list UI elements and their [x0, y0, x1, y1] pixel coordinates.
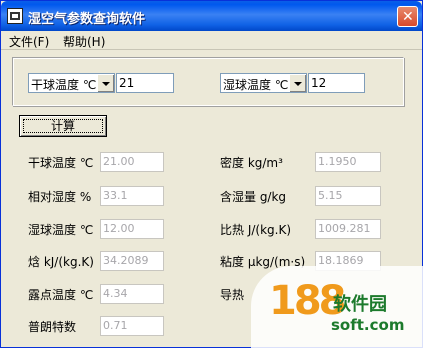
result-value-dew-point[interactable]: 4.34	[100, 284, 164, 304]
param1-select-value: 干球温度 ℃	[31, 78, 97, 92]
chevron-down-icon[interactable]	[289, 74, 306, 92]
result-label-moisture-content: 含湿量 g/kg	[220, 190, 287, 204]
close-icon: ✕	[402, 9, 414, 25]
result-label-density: 密度 kg/m³	[220, 156, 283, 170]
param2-select-value: 湿球温度 ℃	[223, 78, 289, 92]
menu-bar: 文件(F) 帮助(H)	[1, 31, 422, 50]
app-icon[interactable]	[7, 8, 23, 24]
result-value-moisture-content[interactable]: 5.15	[315, 186, 381, 206]
result-value-enthalpy[interactable]: 34.2089	[100, 251, 164, 271]
result-label-dry-bulb: 干球温度 ℃	[28, 156, 94, 170]
param1-input[interactable]: 21	[116, 73, 174, 93]
result-label-thermal-conductivity: 导热	[220, 288, 245, 302]
menu-file[interactable]: 文件(F)	[9, 33, 49, 50]
result-value-relative-humidity[interactable]: 33.1	[100, 186, 164, 206]
calculate-button[interactable]: 计算	[19, 115, 107, 137]
watermark-brand: 软件园	[333, 294, 387, 315]
window-title: 湿空气参数查询软件	[28, 12, 146, 27]
result-label-dew-point: 露点温度 ℃	[28, 288, 94, 302]
param1-select[interactable]: 干球温度 ℃	[28, 73, 115, 93]
result-label-prandtl: 普朗特数	[28, 320, 77, 334]
result-value-dry-bulb[interactable]: 21.00	[100, 152, 164, 172]
app-window: 湿空气参数查询软件 ✕ 文件(F) 帮助(H) 干球温度 ℃ 21 湿球温度 ℃…	[0, 0, 423, 348]
close-button[interactable]: ✕	[397, 6, 418, 27]
title-bar[interactable]: 湿空气参数查询软件 ✕	[1, 1, 422, 31]
result-value-specific-heat[interactable]: 1009.281	[315, 219, 381, 239]
menu-help[interactable]: 帮助(H)	[63, 33, 105, 50]
param2-select[interactable]: 湿球温度 ℃	[220, 73, 307, 93]
result-value-prandtl[interactable]: 0.71	[100, 316, 164, 336]
watermark-logo: 188 软件园 soft.com	[251, 266, 423, 348]
result-label-specific-heat: 比热 J/(kg.K)	[220, 223, 292, 237]
param2-input[interactable]: 12	[308, 73, 365, 93]
watermark-site: soft.com	[331, 316, 405, 334]
result-label-enthalpy: 焓 kJ/(kg.K)	[28, 255, 94, 269]
result-value-wet-bulb[interactable]: 12.00	[100, 219, 164, 239]
chevron-down-icon[interactable]	[97, 74, 114, 92]
result-label-relative-humidity: 相对湿度 %	[28, 190, 92, 204]
result-value-density[interactable]: 1.1950	[315, 152, 381, 172]
result-label-wet-bulb: 湿球温度 ℃	[28, 223, 94, 237]
